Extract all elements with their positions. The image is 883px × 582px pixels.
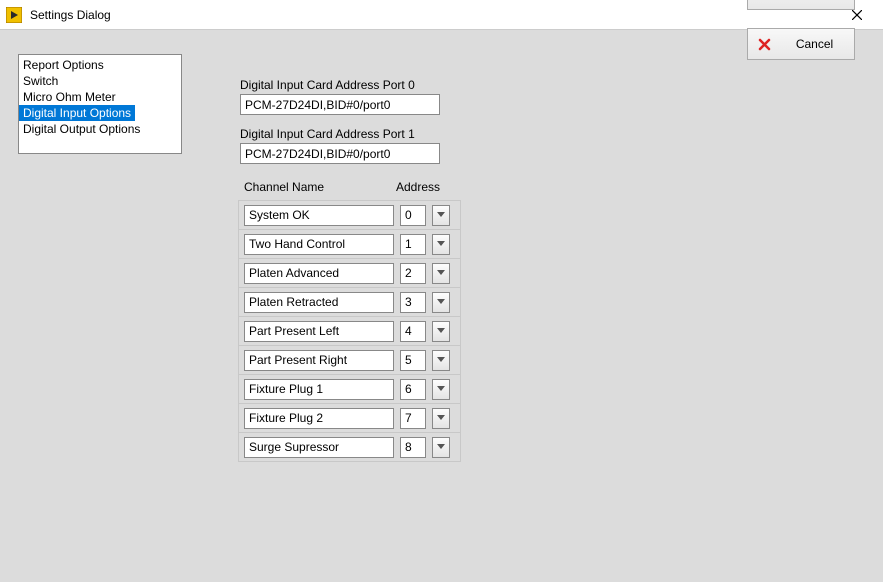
- cancel-label: Cancel: [785, 37, 844, 51]
- port1-label: Digital Input Card Address Port 1: [240, 127, 520, 141]
- address-dropdown-button[interactable]: [432, 379, 450, 400]
- listbox-item-digital-output-options[interactable]: Digital Output Options: [19, 121, 181, 137]
- address-dropdown-button[interactable]: [432, 321, 450, 342]
- channel-name-input[interactable]: [244, 292, 394, 313]
- address-input[interactable]: [400, 408, 426, 429]
- port0-label: Digital Input Card Address Port 0: [240, 78, 520, 92]
- cancel-button[interactable]: Cancel: [747, 28, 855, 60]
- chevron-down-icon: [437, 212, 445, 218]
- address-dropdown-button[interactable]: [432, 234, 450, 255]
- x-icon: [758, 38, 771, 51]
- address-dropdown-button[interactable]: [432, 437, 450, 458]
- address-input[interactable]: [400, 350, 426, 371]
- channel-table: Channel Name Address: [238, 180, 461, 462]
- address-input[interactable]: [400, 292, 426, 313]
- chevron-down-icon: [437, 386, 445, 392]
- header-channel-name: Channel Name: [244, 180, 396, 194]
- listbox-item-report-options[interactable]: Report Options: [19, 57, 181, 73]
- ok-label: OK: [786, 0, 844, 1]
- address-input[interactable]: [400, 321, 426, 342]
- table-row: [239, 346, 460, 375]
- address-input[interactable]: [400, 437, 426, 458]
- listbox-item-micro-ohm-meter[interactable]: Micro Ohm Meter: [19, 89, 181, 105]
- address-input[interactable]: [400, 263, 426, 284]
- channel-name-input[interactable]: [244, 263, 394, 284]
- address-dropdown-button[interactable]: [432, 263, 450, 284]
- table-row: [239, 259, 460, 288]
- table-row: [239, 404, 460, 433]
- address-input[interactable]: [400, 205, 426, 226]
- header-address: Address: [396, 180, 456, 194]
- ok-button[interactable]: OK: [747, 0, 855, 10]
- port0-input[interactable]: [240, 94, 440, 115]
- chevron-down-icon: [437, 357, 445, 363]
- check-icon: [758, 0, 772, 1]
- channel-name-input[interactable]: [244, 408, 394, 429]
- category-listbox[interactable]: Report Options Switch Micro Ohm Meter Di…: [18, 54, 182, 154]
- app-icon: [6, 7, 22, 23]
- address-input[interactable]: [400, 379, 426, 400]
- channel-name-input[interactable]: [244, 321, 394, 342]
- table-body: [238, 200, 461, 462]
- table-row: [239, 288, 460, 317]
- chevron-down-icon: [437, 415, 445, 421]
- window-title: Settings Dialog: [30, 8, 111, 22]
- channel-name-input[interactable]: [244, 234, 394, 255]
- address-dropdown-button[interactable]: [432, 205, 450, 226]
- address-dropdown-button[interactable]: [432, 350, 450, 371]
- channel-name-input[interactable]: [244, 205, 394, 226]
- table-row: [239, 230, 460, 259]
- chevron-down-icon: [437, 299, 445, 305]
- table-row: [239, 317, 460, 346]
- channel-name-input[interactable]: [244, 350, 394, 371]
- table-row: [239, 375, 460, 404]
- dialog-content: Report Options Switch Micro Ohm Meter Di…: [0, 30, 883, 70]
- table-row: [239, 433, 460, 462]
- chevron-down-icon: [437, 444, 445, 450]
- address-input[interactable]: [400, 234, 426, 255]
- port1-input[interactable]: [240, 143, 440, 164]
- address-dropdown-button[interactable]: [432, 292, 450, 313]
- channel-name-input[interactable]: [244, 379, 394, 400]
- table-header: Channel Name Address: [238, 180, 461, 194]
- form-area: Digital Input Card Address Port 0 Digita…: [240, 78, 520, 176]
- chevron-down-icon: [437, 328, 445, 334]
- button-area: OK Cancel: [747, 0, 855, 60]
- channel-name-input[interactable]: [244, 437, 394, 458]
- address-dropdown-button[interactable]: [432, 408, 450, 429]
- table-row: [239, 201, 460, 230]
- chevron-down-icon: [437, 270, 445, 276]
- listbox-item-switch[interactable]: Switch: [19, 73, 181, 89]
- chevron-down-icon: [437, 241, 445, 247]
- listbox-item-digital-input-options[interactable]: Digital Input Options: [19, 105, 135, 121]
